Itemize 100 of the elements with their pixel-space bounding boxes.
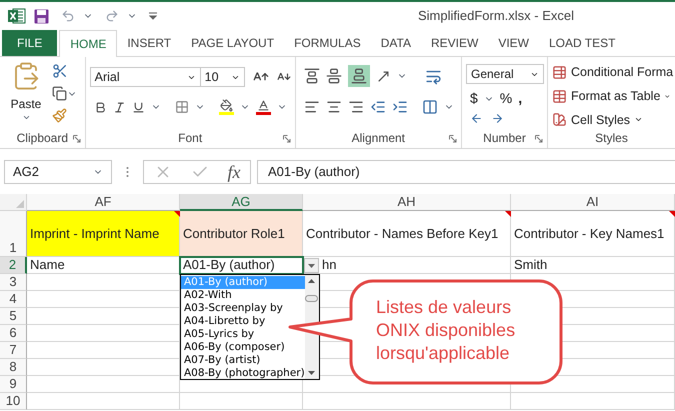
- caret-icon: [22, 113, 30, 122]
- table-cell[interactable]: Contributor Role1: [180, 211, 303, 257]
- top-align-icon[interactable]: [304, 68, 320, 84]
- styles-icon: [552, 112, 567, 128]
- ribbon-tab[interactable]: HOME: [59, 30, 118, 57]
- table-cell[interactable]: hn: [303, 257, 511, 274]
- customize-menu-icon[interactable]: [149, 12, 157, 20]
- copy-icon[interactable]: [52, 86, 67, 101]
- redo-icon[interactable]: [105, 9, 119, 23]
- table-cell[interactable]: [511, 393, 675, 410]
- table-cell[interactable]: Name: [27, 257, 180, 274]
- merge-cells-icon[interactable]: [422, 99, 438, 115]
- font-color-icon[interactable]: [256, 99, 271, 115]
- paintbrush-icon[interactable]: [52, 108, 67, 123]
- dropdown-option[interactable]: A03-Screenplay by: [181, 302, 305, 315]
- insert-function-button[interactable]: fx: [228, 158, 240, 186]
- ribbon-tab[interactable]: FILE: [2, 30, 58, 56]
- table-cell[interactable]: [303, 393, 511, 410]
- dropdown-option[interactable]: A06-By (composer): [181, 341, 305, 354]
- dialog-launcher-icon[interactable]: [449, 135, 457, 143]
- dropdown-option[interactable]: A07-By (artist): [181, 354, 305, 367]
- table-cell[interactable]: [27, 274, 180, 291]
- middle-align-icon[interactable]: [326, 68, 342, 84]
- table-cell[interactable]: Smith: [511, 257, 675, 274]
- table-cell[interactable]: [27, 376, 180, 393]
- styles-menu-button[interactable]: Cell Styles: [552, 110, 671, 130]
- group-label: Number: [483, 132, 526, 147]
- row-header[interactable]: 6: [0, 325, 27, 342]
- ribbon-tab[interactable]: LOAD TEST: [539, 30, 626, 56]
- group-label: Clipboard: [16, 132, 68, 147]
- row-header[interactable]: 4: [0, 291, 27, 308]
- corner-triangle-icon: [16, 200, 24, 208]
- formula-field[interactable]: A01-By (author): [257, 160, 675, 184]
- paste-button[interactable]: Paste: [8, 61, 44, 123]
- table-cell[interactable]: [27, 359, 180, 376]
- ribbon-tab[interactable]: FORMULAS: [284, 30, 371, 56]
- grip-icon: [126, 166, 129, 178]
- percent-button[interactable]: %: [500, 88, 512, 109]
- scissors-icon[interactable]: [52, 63, 68, 79]
- orientation-icon[interactable]: [376, 68, 391, 84]
- table-cell[interactable]: [180, 393, 303, 410]
- currency-button[interactable]: $: [470, 88, 478, 109]
- dropdown-option[interactable]: A04-Libretto by: [181, 315, 305, 328]
- dialog-launcher-icon[interactable]: [72, 135, 81, 143]
- row-header[interactable]: 2: [0, 257, 27, 274]
- row-header[interactable]: 10: [0, 393, 27, 410]
- table-cell[interactable]: A01-By (author): [180, 257, 303, 274]
- dropdown-option[interactable]: A08-By (photographer): [181, 367, 305, 380]
- underline-icon[interactable]: [132, 100, 145, 114]
- font-size-field[interactable]: 10: [200, 67, 245, 87]
- align-center-icon[interactable]: [326, 99, 342, 115]
- align-left-icon[interactable]: [304, 99, 320, 115]
- table-cell[interactable]: [27, 393, 180, 410]
- bottom-align-button[interactable]: [348, 65, 370, 87]
- ribbon-tab[interactable]: REVIEW: [420, 30, 488, 56]
- decrease-indent-icon[interactable]: [370, 99, 386, 115]
- align-right-icon[interactable]: [348, 99, 364, 115]
- column-header[interactable]: AH: [303, 194, 511, 211]
- styles-menu-button[interactable]: Conditional Forma: [552, 63, 671, 82]
- borders-icon[interactable]: [174, 100, 189, 114]
- row-header[interactable]: 5: [0, 308, 27, 325]
- spreadsheet-logo-icon[interactable]: [8, 8, 26, 24]
- table-cell[interactable]: Imprint - Imprint Name: [27, 211, 180, 257]
- ribbon-tab[interactable]: DATA: [370, 30, 421, 56]
- font-name-field[interactable]: Arial: [90, 67, 201, 87]
- fill-color-icon[interactable]: [218, 99, 234, 115]
- column-header[interactable]: AG: [180, 194, 303, 211]
- table-cell[interactable]: [27, 308, 180, 325]
- number-format-field[interactable]: General: [466, 64, 544, 84]
- decrease-decimal-icon[interactable]: [470, 112, 483, 125]
- column-header[interactable]: AF: [27, 194, 180, 211]
- ribbon-tab[interactable]: INSERT: [117, 30, 182, 56]
- increase-indent-icon[interactable]: [392, 99, 408, 115]
- styles-icon: [552, 64, 567, 80]
- comma-button[interactable]: ,: [518, 88, 522, 109]
- name-box[interactable]: AG2: [4, 160, 112, 184]
- scroll-thumb[interactable]: [305, 294, 318, 302]
- save-icon[interactable]: [34, 8, 49, 24]
- styles-menu-button[interactable]: Format as Table: [552, 86, 671, 106]
- ribbon-tab[interactable]: VIEW: [488, 30, 539, 56]
- dropdown-arrow-button[interactable]: [304, 258, 319, 273]
- row-header[interactable]: 1: [0, 211, 27, 257]
- dropdown-option[interactable]: A02-With: [181, 289, 305, 302]
- bold-icon[interactable]: [94, 100, 107, 114]
- undo-icon[interactable]: [61, 9, 75, 23]
- italic-icon[interactable]: [112, 100, 126, 114]
- row-header[interactable]: 8: [0, 359, 27, 376]
- dialog-launcher-icon[interactable]: [535, 135, 543, 143]
- dialog-launcher-icon[interactable]: [282, 135, 291, 143]
- column-header[interactable]: AI: [511, 194, 675, 211]
- dropdown-option[interactable]: A05-Lyrics by: [181, 328, 305, 341]
- scroll-up-icon[interactable]: [308, 279, 316, 283]
- table-cell[interactable]: [27, 342, 180, 359]
- row-header[interactable]: 3: [0, 274, 27, 291]
- increase-decimal-icon[interactable]: [491, 112, 504, 125]
- row-header[interactable]: 7: [0, 342, 27, 359]
- table-cell[interactable]: [27, 325, 180, 342]
- ribbon-tab[interactable]: PAGE LAYOUT: [181, 30, 284, 56]
- table-cell[interactable]: [27, 291, 180, 308]
- row-header[interactable]: 9: [0, 376, 27, 393]
